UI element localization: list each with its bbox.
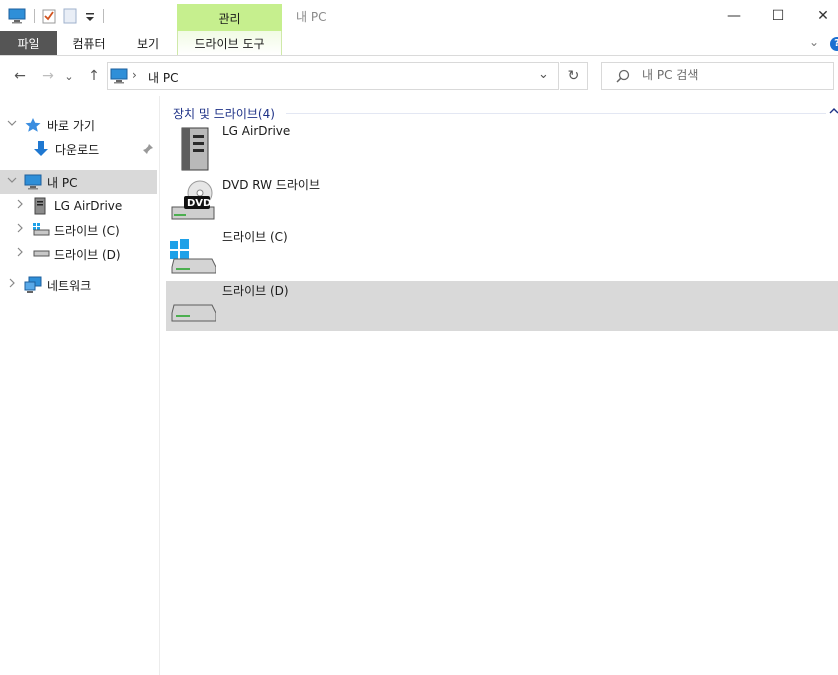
group-count: (4) — [257, 107, 275, 121]
windows-drive-icon — [32, 222, 50, 238]
drive-label: LG AirDrive — [222, 124, 291, 138]
drive-label: 드라이브 (D) — [222, 284, 289, 298]
tree-item-drive-d[interactable]: 드라이브 (D) — [0, 242, 157, 266]
refresh-button[interactable]: ↻ — [560, 62, 588, 90]
recent-locations-button[interactable]: ⌄ — [62, 66, 76, 86]
network-icon — [24, 276, 42, 293]
tree-item-network[interactable]: 네트워크 — [0, 273, 157, 297]
minimize-button[interactable]: — — [711, 0, 757, 31]
tree-label-this-pc: 내 PC — [47, 175, 78, 190]
properties-icon[interactable] — [41, 8, 57, 24]
address-bar[interactable]: › 내 PC ⌄ — [107, 62, 559, 90]
tree-label-lg-airdrive: LG AirDrive — [54, 199, 123, 213]
drive-label: DVD RW 드라이브 — [222, 178, 320, 192]
download-arrow-icon — [32, 140, 50, 156]
ribbon-tabs: 파일 컴퓨터 보기 드라이브 도구 ⌄ ? — [0, 31, 838, 56]
tree-label-downloads: 다운로드 — [55, 142, 100, 157]
windows-drive-icon — [170, 239, 217, 287]
chevron-down-icon[interactable] — [7, 118, 17, 128]
collapse-group-icon[interactable] — [829, 105, 838, 118]
context-tab-manage[interactable]: 관리 — [177, 4, 282, 31]
new-folder-icon[interactable] — [63, 8, 77, 24]
search-icon — [616, 69, 630, 83]
customize-toolbar-icon[interactable] — [85, 8, 95, 24]
ribbon-expand-icon[interactable]: ⌄ — [804, 31, 824, 55]
chevron-right-icon[interactable] — [15, 199, 25, 209]
chevron-right-icon[interactable] — [15, 247, 25, 257]
up-button[interactable]: ↑ — [84, 66, 104, 86]
tree-item-drive-c[interactable]: 드라이브 (C) — [0, 218, 157, 242]
drive-item-drive-c[interactable]: 드라이브 (C) — [166, 227, 838, 277]
chevron-down-icon[interactable] — [7, 175, 17, 185]
server-drive-icon — [174, 126, 220, 174]
tab-drive-tools[interactable]: 드라이브 도구 — [177, 31, 282, 55]
tree-label-network: 네트워크 — [47, 278, 92, 293]
close-button[interactable]: ✕ — [800, 0, 838, 31]
help-icon[interactable]: ? — [830, 37, 838, 51]
tree-item-this-pc[interactable]: 내 PC — [0, 170, 157, 194]
tab-computer[interactable]: 컴퓨터 — [60, 31, 118, 55]
drive-label: 드라이브 (C) — [222, 230, 288, 244]
hard-drive-icon — [32, 247, 50, 263]
star-icon — [24, 117, 42, 133]
search-box[interactable] — [601, 62, 834, 90]
drive-item-dvd-rw[interactable]: DVD DVD RW 드라이브 — [166, 175, 838, 225]
drive-item-drive-d[interactable]: 드라이브 (D) — [166, 281, 838, 331]
tab-file[interactable]: 파일 — [0, 31, 57, 55]
computer-icon — [110, 68, 128, 84]
pin-icon[interactable] — [142, 143, 154, 155]
tab-view[interactable]: 보기 — [124, 31, 172, 55]
breadcrumb-separator[interactable]: › — [132, 68, 137, 82]
maximize-button[interactable]: ☐ — [755, 0, 801, 31]
group-title: 장치 및 드라이브 — [173, 107, 258, 121]
computer-icon — [24, 174, 42, 190]
tree-label-drive-c: 드라이브 (C) — [54, 223, 120, 238]
quick-access-toolbar — [8, 6, 104, 26]
tree-label-quick-access: 바로 가기 — [47, 118, 95, 133]
tree-item-downloads[interactable]: 다운로드 — [0, 137, 157, 161]
chevron-right-icon[interactable] — [7, 278, 17, 288]
breadcrumb-this-pc[interactable]: 내 PC — [148, 69, 178, 86]
search-input[interactable] — [642, 68, 822, 82]
server-drive-icon — [34, 197, 52, 215]
computer-icon[interactable] — [8, 8, 26, 24]
hard-drive-icon — [170, 299, 217, 347]
tree-label-drive-d: 드라이브 (D) — [54, 247, 121, 262]
group-header-devices-drives[interactable]: 장치 및 드라이브(4) — [173, 105, 275, 122]
tree-item-quick-access[interactable]: 바로 가기 — [0, 113, 157, 137]
navigation-pane: 바로 가기 다운로드 내 PC LG AirDrive 드라이브 (C) 드라이… — [0, 96, 160, 675]
title-bar: 관리 내 PC — ☐ ✕ — [0, 0, 838, 31]
back-button[interactable]: ← — [10, 66, 30, 86]
group-divider — [286, 113, 826, 114]
drive-item-lg-airdrive[interactable]: LG AirDrive — [166, 123, 838, 173]
chevron-right-icon[interactable] — [15, 223, 25, 233]
dvd-badge: DVD — [187, 198, 212, 209]
content-pane: 장치 및 드라이브(4) LG AirDrive DVD DVD RW 드라이브… — [160, 96, 838, 675]
forward-button[interactable]: → — [38, 66, 58, 86]
address-dropdown-icon[interactable]: ⌄ — [538, 67, 549, 82]
tree-item-lg-airdrive[interactable]: LG AirDrive — [0, 194, 157, 218]
window-title: 내 PC — [296, 10, 327, 24]
